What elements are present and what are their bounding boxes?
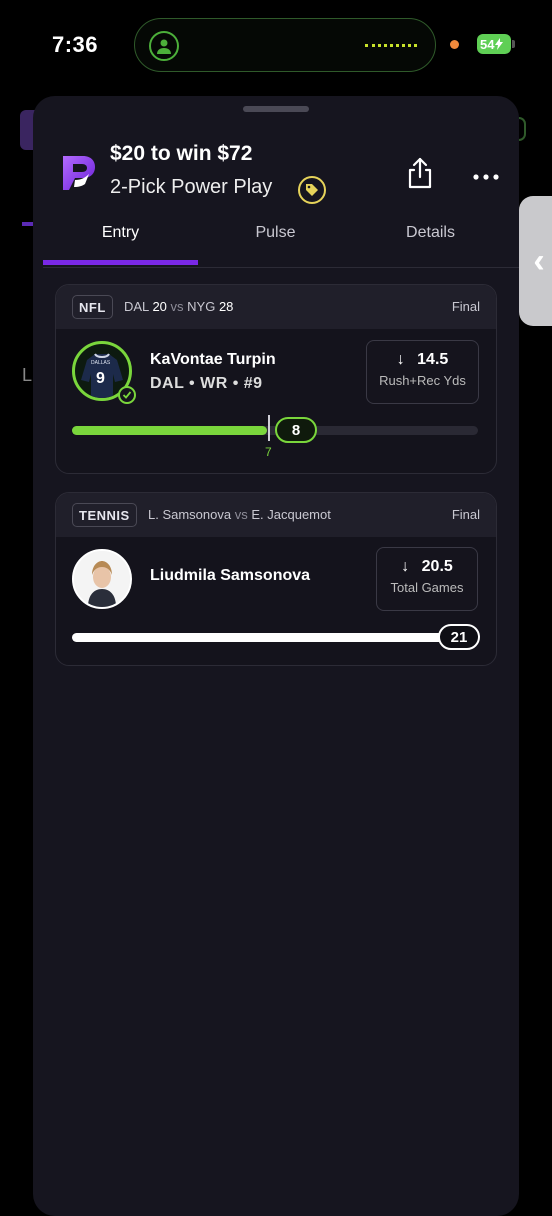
battery-indicator: 54: [477, 34, 511, 54]
tab-bar: Entry Pulse Details: [43, 214, 519, 268]
stat-type: Rush+Rec Yds: [379, 373, 466, 388]
chevron-left-icon: ‹: [533, 241, 545, 280]
status-time: 7:36: [52, 32, 99, 57]
pick-card-header: TENNIS L. Samsonova vs E. Jacquemot Fina…: [56, 493, 496, 537]
check-icon: [118, 386, 136, 404]
battery-cap: [512, 40, 515, 48]
line-marker-label: 7: [265, 445, 272, 459]
result-badge: 21: [438, 624, 480, 650]
projection-line: ↓ 14.5: [367, 351, 478, 369]
avatar: [72, 549, 132, 609]
jersey-number: 9: [96, 370, 105, 387]
game-matchup: DAL 20 vs NYG 28: [124, 299, 233, 314]
player-info: DAL • WR • #9: [150, 375, 263, 392]
versus-label: vs: [170, 299, 184, 314]
arrow-down-icon: ↓: [396, 351, 405, 368]
projection-line: ↓ 20.5: [377, 558, 477, 576]
team-away: DAL: [124, 299, 149, 314]
projection-box: ↓ 14.5 Rush+Rec Yds: [366, 340, 479, 404]
tab-pulse[interactable]: Pulse: [198, 224, 353, 242]
entry-title: $20 to win $72: [110, 142, 253, 165]
line-marker: [268, 415, 270, 441]
projection-box: ↓ 20.5 Total Games: [376, 547, 478, 611]
pick-card-header: NFL DAL 20 vs NYG 28 Final: [56, 285, 496, 329]
player-name[interactable]: Liudmila Samsonova: [150, 567, 310, 585]
battery-level: 54: [480, 36, 495, 52]
person-icon: [149, 31, 179, 61]
player-a: L. Samsonova: [148, 507, 232, 522]
team-home: NYG: [187, 299, 216, 314]
player-name[interactable]: KaVontae Turpin: [150, 351, 276, 369]
side-drawer-handle[interactable]: ‹: [519, 196, 552, 326]
versus-label: vs: [234, 507, 248, 522]
progress-track: [72, 633, 478, 642]
arrow-down-icon: ↓: [401, 558, 410, 575]
score-away: 20: [152, 299, 167, 314]
stat-type: Total Games: [390, 580, 464, 595]
player-b: E. Jacquemot: [251, 507, 331, 522]
game-status: Final: [451, 299, 480, 314]
line-value: 14.5: [417, 351, 449, 368]
tag-icon[interactable]: [298, 176, 326, 204]
dynamic-island: [134, 18, 436, 72]
activity-indicator: [365, 44, 417, 47]
line-value: 20.5: [421, 558, 453, 575]
tab-entry[interactable]: Entry: [43, 224, 198, 242]
charging-icon: [495, 38, 504, 50]
pick-card[interactable]: NFL DAL 20 vs NYG 28 Final DALLAS 9 KaVo…: [55, 284, 497, 474]
league-badge: NFL: [72, 295, 113, 319]
sheet-grabber[interactable]: [243, 106, 309, 112]
active-tab-indicator: [43, 260, 198, 265]
background-text: L: [22, 365, 33, 385]
app-logo-icon: [55, 150, 101, 196]
entry-subtitle: 2-Pick Power Play: [110, 176, 273, 198]
pick-card[interactable]: TENNIS L. Samsonova vs E. Jacquemot Fina…: [55, 492, 497, 666]
progress-fill: [72, 633, 478, 642]
league-badge: TENNIS: [72, 503, 137, 527]
game-matchup: L. Samsonova vs E. Jacquemot: [148, 507, 331, 522]
result-badge: 8: [275, 417, 317, 443]
score-home: 28: [218, 299, 234, 314]
more-icon[interactable]: [473, 168, 499, 180]
progress-fill: [72, 426, 267, 435]
tab-details[interactable]: Details: [353, 224, 508, 242]
entry-sheet: $20 to win $72 2-Pick Power Play Entry P…: [33, 96, 519, 1216]
status-bar: 7:36 54: [0, 0, 552, 90]
share-icon[interactable]: [405, 156, 435, 190]
game-status: Final: [451, 507, 480, 522]
privacy-dot: [450, 40, 459, 49]
jersey-text: DALLAS: [91, 360, 111, 366]
